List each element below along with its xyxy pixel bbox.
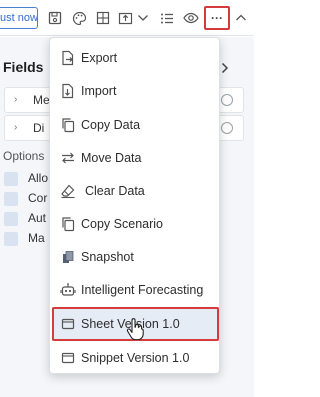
menu-item-import[interactable]: Import [50, 75, 221, 107]
menu-item-label: Move Data [81, 151, 142, 165]
menu-item-copy-data[interactable]: Copy Data [50, 109, 221, 141]
hand-cursor-icon [126, 318, 144, 341]
sheet-version-icon [60, 316, 76, 332]
expand-arrow-icon[interactable]: › [14, 122, 17, 133]
menu-item-label: Clear Data [85, 184, 145, 198]
menu-item-clear-data[interactable]: Clear Data [50, 175, 221, 207]
option-checkbox[interactable] [4, 192, 18, 206]
palette-icon[interactable] [70, 9, 88, 27]
eraser-icon [60, 183, 76, 199]
info-icon[interactable] [221, 94, 233, 106]
chevron-right-icon[interactable] [220, 61, 230, 74]
panel-title: Fields [3, 59, 44, 75]
menu-item-snapshot[interactable]: Snapshot [50, 241, 221, 273]
field-label: Di [33, 121, 45, 135]
grid-icon[interactable] [94, 9, 112, 27]
chevron-up-icon[interactable] [232, 9, 250, 27]
import-file-icon [60, 83, 76, 99]
eye-icon[interactable] [182, 9, 200, 27]
menu-item-move-data[interactable]: Move Data [50, 142, 221, 174]
toolbar: ust now ··· [0, 0, 254, 36]
copy-icon [60, 117, 76, 133]
snapshot-icon [60, 249, 76, 265]
options-title: Options [3, 149, 45, 163]
menu-item-label: Copy Data [81, 118, 141, 132]
chevron-down-icon[interactable] [134, 9, 152, 27]
more-icon: ··· [211, 11, 223, 25]
menu-item-label: Export [81, 51, 118, 65]
copy-scenario-icon [60, 216, 76, 232]
option-checkbox[interactable] [4, 232, 18, 246]
menu-item-label: Import [81, 84, 117, 98]
expand-arrow-icon[interactable]: › [14, 94, 17, 105]
menu-item-snippet-version[interactable]: Snippet Version 1.0 [50, 342, 221, 374]
option-checkbox[interactable] [4, 172, 18, 186]
menu-item-label: Snapshot [81, 250, 134, 264]
robot-icon [60, 282, 76, 298]
field-label: Me [33, 93, 50, 107]
option-label: Ma [28, 231, 45, 245]
menu-item-copy-scenario[interactable]: Copy Scenario [50, 208, 221, 240]
option-label: Cor [28, 191, 48, 205]
list-icon[interactable] [158, 9, 176, 27]
save-icon[interactable] [46, 9, 64, 27]
menu-item-export[interactable]: Export [50, 42, 221, 74]
menu-item-intelligent-forecasting[interactable]: Intelligent Forecasting [50, 274, 221, 306]
option-checkbox[interactable] [4, 212, 18, 226]
snippet-version-icon [60, 350, 76, 366]
more-options-button[interactable]: ··· [204, 6, 230, 30]
export-file-icon [60, 50, 76, 66]
adjust-now-button[interactable]: ust now [0, 7, 38, 29]
menu-item-label: Copy Scenario [81, 217, 163, 231]
option-label: Aut [28, 211, 47, 225]
move-arrows-icon [60, 150, 76, 166]
export-icon[interactable] [116, 9, 134, 27]
option-label: Allo [28, 171, 49, 185]
menu-item-label: Intelligent Forecasting [81, 283, 204, 297]
info-icon[interactable] [221, 122, 233, 134]
menu-item-label: Snippet Version 1.0 [81, 351, 190, 365]
